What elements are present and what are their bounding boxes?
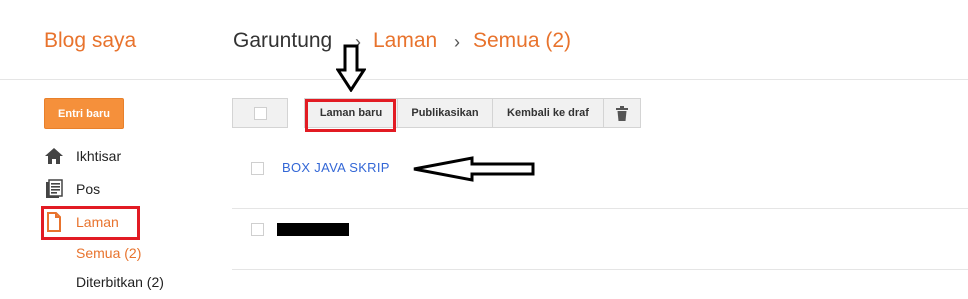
row-checkbox[interactable] xyxy=(251,223,264,236)
annotation-arrow-down xyxy=(336,44,366,92)
annotation-highlight-pages xyxy=(41,206,140,240)
breadcrumb-section[interactable]: Laman xyxy=(373,29,437,53)
sidebar-subitem-all[interactable]: Semua (2) xyxy=(76,245,141,261)
my-blogs-link[interactable]: Blog saya xyxy=(44,29,136,53)
row-checkbox[interactable] xyxy=(251,162,264,175)
new-post-button[interactable]: Entri baru xyxy=(44,98,124,129)
breadcrumb-filter[interactable]: Semua (2) xyxy=(473,29,571,53)
breadcrumb-separator: › xyxy=(454,32,460,52)
row-divider xyxy=(232,269,968,270)
home-icon xyxy=(44,146,64,166)
revert-to-draft-button[interactable]: Kembali ke draf xyxy=(492,98,604,128)
sidebar-item-posts[interactable]: Pos xyxy=(44,177,100,201)
trash-icon xyxy=(616,105,628,121)
select-all-checkbox[interactable] xyxy=(253,106,267,120)
row-divider xyxy=(232,208,968,209)
annotation-highlight-new-page xyxy=(305,99,396,132)
breadcrumb-blog-name: Garuntung xyxy=(233,29,333,52)
sidebar-item-label: Pos xyxy=(76,181,101,197)
page-title-link[interactable]: BOX JAVA SKRIP xyxy=(282,160,390,175)
sidebar-subitem-published[interactable]: Diterbitkan (2) xyxy=(76,274,164,290)
delete-button[interactable] xyxy=(603,98,641,128)
sidebar-item-overview[interactable]: Ikhtisar xyxy=(44,144,121,168)
select-all-button[interactable] xyxy=(232,98,288,128)
redacted-page-title xyxy=(277,223,349,236)
annotation-arrow-left xyxy=(413,156,535,182)
publish-button[interactable]: Publikasikan xyxy=(397,98,493,128)
sidebar-item-label: Ikhtisar xyxy=(76,148,122,164)
posts-icon xyxy=(44,179,64,199)
